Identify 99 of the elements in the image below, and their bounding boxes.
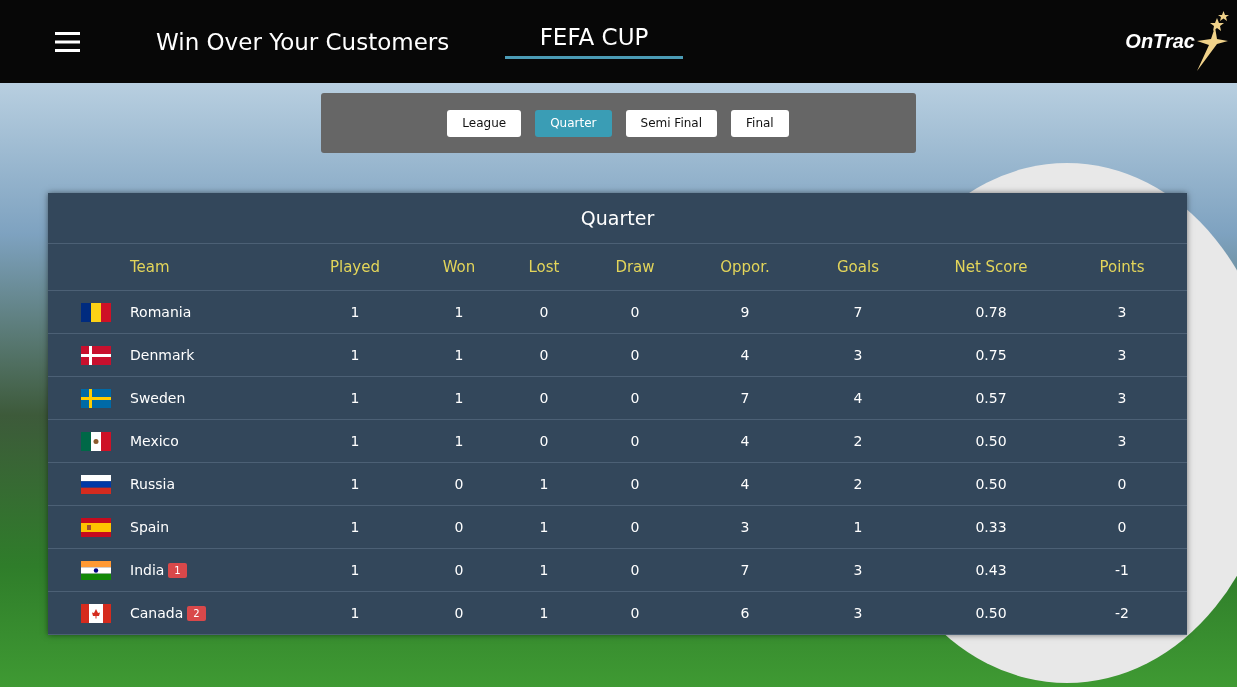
table-cell-text: 1	[349, 562, 361, 578]
table-cell-text: 0	[629, 519, 641, 535]
table-cell-text: 0	[453, 519, 465, 535]
team-name: Spain	[130, 519, 170, 535]
table-cell-text: 3	[739, 519, 751, 535]
table-cell-text: 2	[852, 433, 864, 449]
table-cell-text: 3	[1116, 347, 1128, 363]
table-cell-text: 1	[852, 519, 864, 535]
table-cell-text: 0	[453, 476, 465, 492]
team-name: Russia	[130, 476, 176, 492]
flag-icon	[81, 431, 111, 451]
table-cell-text: 0	[629, 347, 641, 363]
table-cell-text: 1	[349, 304, 361, 320]
table-cell-text: 4	[739, 347, 751, 363]
table-cell-text: 0	[629, 304, 641, 320]
table-cell-text: 0	[629, 433, 641, 449]
table-cell-text: 0	[1116, 476, 1128, 492]
table-cell-text: 9	[739, 304, 751, 320]
table-cell-text: 1	[453, 433, 465, 449]
table-cell-text: 0.43	[974, 562, 1008, 578]
table-cell-text: 0	[538, 433, 550, 449]
table-cell-text: 1	[349, 347, 361, 363]
table-cell-text: 1	[349, 390, 361, 406]
flag-icon	[81, 603, 111, 623]
table-cell-text: 7	[739, 390, 751, 406]
table-cell-text: 3	[1116, 433, 1128, 449]
table-cell-text: 1	[453, 347, 465, 363]
table-cell-text: 1	[349, 433, 361, 449]
column-header: Goals	[836, 258, 880, 276]
flag-icon	[81, 560, 111, 580]
table-cell-text: 3	[1116, 304, 1128, 320]
team-name: Sweden	[130, 390, 186, 406]
table-cell-text: 1	[453, 304, 465, 320]
table-cell-text: 4	[739, 476, 751, 492]
flag-icon	[81, 345, 111, 365]
table-cell-text: -1	[1114, 562, 1130, 578]
table-cell-text: 0	[629, 562, 641, 578]
count-badge: 2	[187, 605, 206, 621]
table-cell-text: 2	[852, 476, 864, 492]
table-cell-text: 0.75	[974, 347, 1008, 363]
table-cell-text: 7	[739, 562, 751, 578]
table-cell-text: 1	[538, 605, 550, 621]
table-cell-text: 0	[629, 390, 641, 406]
column-header: Oppor.	[719, 258, 771, 276]
table-cell-text: 1	[453, 390, 465, 406]
column-header: Played	[328, 258, 381, 276]
stage-button[interactable]: Semi Final	[625, 109, 717, 137]
cup-tab[interactable]: FEFA CUP	[505, 18, 683, 59]
stage-button[interactable]: League	[447, 109, 522, 137]
table-cell-text: 0.50	[974, 476, 1008, 492]
table-cell-text: 4	[739, 433, 751, 449]
team-name: India	[130, 562, 165, 578]
menu-icon[interactable]	[55, 30, 80, 53]
logo-text: OnTrac	[1125, 30, 1195, 53]
table-cell-text: 0.50	[974, 605, 1008, 621]
flag-icon	[81, 517, 111, 537]
table-cell-text: 0	[629, 476, 641, 492]
table-cell-text: 1	[538, 476, 550, 492]
table-cell-text: 0	[453, 605, 465, 621]
table-cell-text: 1	[538, 562, 550, 578]
table-cell-text: 3	[852, 605, 864, 621]
table-cell-text: 0	[629, 605, 641, 621]
table-cell-text: -2	[1114, 605, 1130, 621]
column-header: Points	[1098, 258, 1146, 276]
table-cell-text: 6	[739, 605, 751, 621]
table-cell-text: 0.78	[974, 304, 1008, 320]
team-name: Romania	[130, 304, 192, 320]
column-header: Team	[130, 258, 171, 276]
table-cell-text: 0	[538, 304, 550, 320]
table-cell-text: 1	[349, 519, 361, 535]
table-cell-text: 0.57	[974, 390, 1008, 406]
table-title: Quarter	[48, 193, 1187, 244]
team-name: Denmark	[130, 347, 195, 363]
table-cell-text: 0	[453, 562, 465, 578]
column-header: Won	[441, 258, 477, 276]
table-cell-text: 7	[852, 304, 864, 320]
flag-icon	[81, 474, 111, 494]
table-cell-text: 4	[852, 390, 864, 406]
table-cell-text: 3	[1116, 390, 1128, 406]
table-cell-text: 3	[852, 347, 864, 363]
table-cell-text: 0	[538, 390, 550, 406]
table-cell-text: 0.50	[974, 433, 1008, 449]
team-name: Mexico	[130, 433, 179, 449]
team-name: Canada	[130, 605, 184, 621]
table-cell-text: 1	[538, 519, 550, 535]
column-header: Draw	[614, 258, 656, 276]
table-cell-text: 1	[349, 476, 361, 492]
table-cell-text: 0	[1116, 519, 1128, 535]
column-header: Lost	[527, 258, 561, 276]
flag-icon	[81, 302, 111, 322]
count-badge: 1	[168, 562, 187, 578]
table-cell-text: 1	[349, 605, 361, 621]
flag-icon	[81, 388, 111, 408]
table-cell-text: 0	[538, 347, 550, 363]
stage-button[interactable]: Final	[731, 109, 789, 137]
column-header: Net Score	[953, 258, 1029, 276]
page-title: Win Over Your Customers	[156, 28, 451, 55]
table-cell-text: 0.33	[974, 519, 1008, 535]
table-cell-text: 3	[852, 562, 864, 578]
